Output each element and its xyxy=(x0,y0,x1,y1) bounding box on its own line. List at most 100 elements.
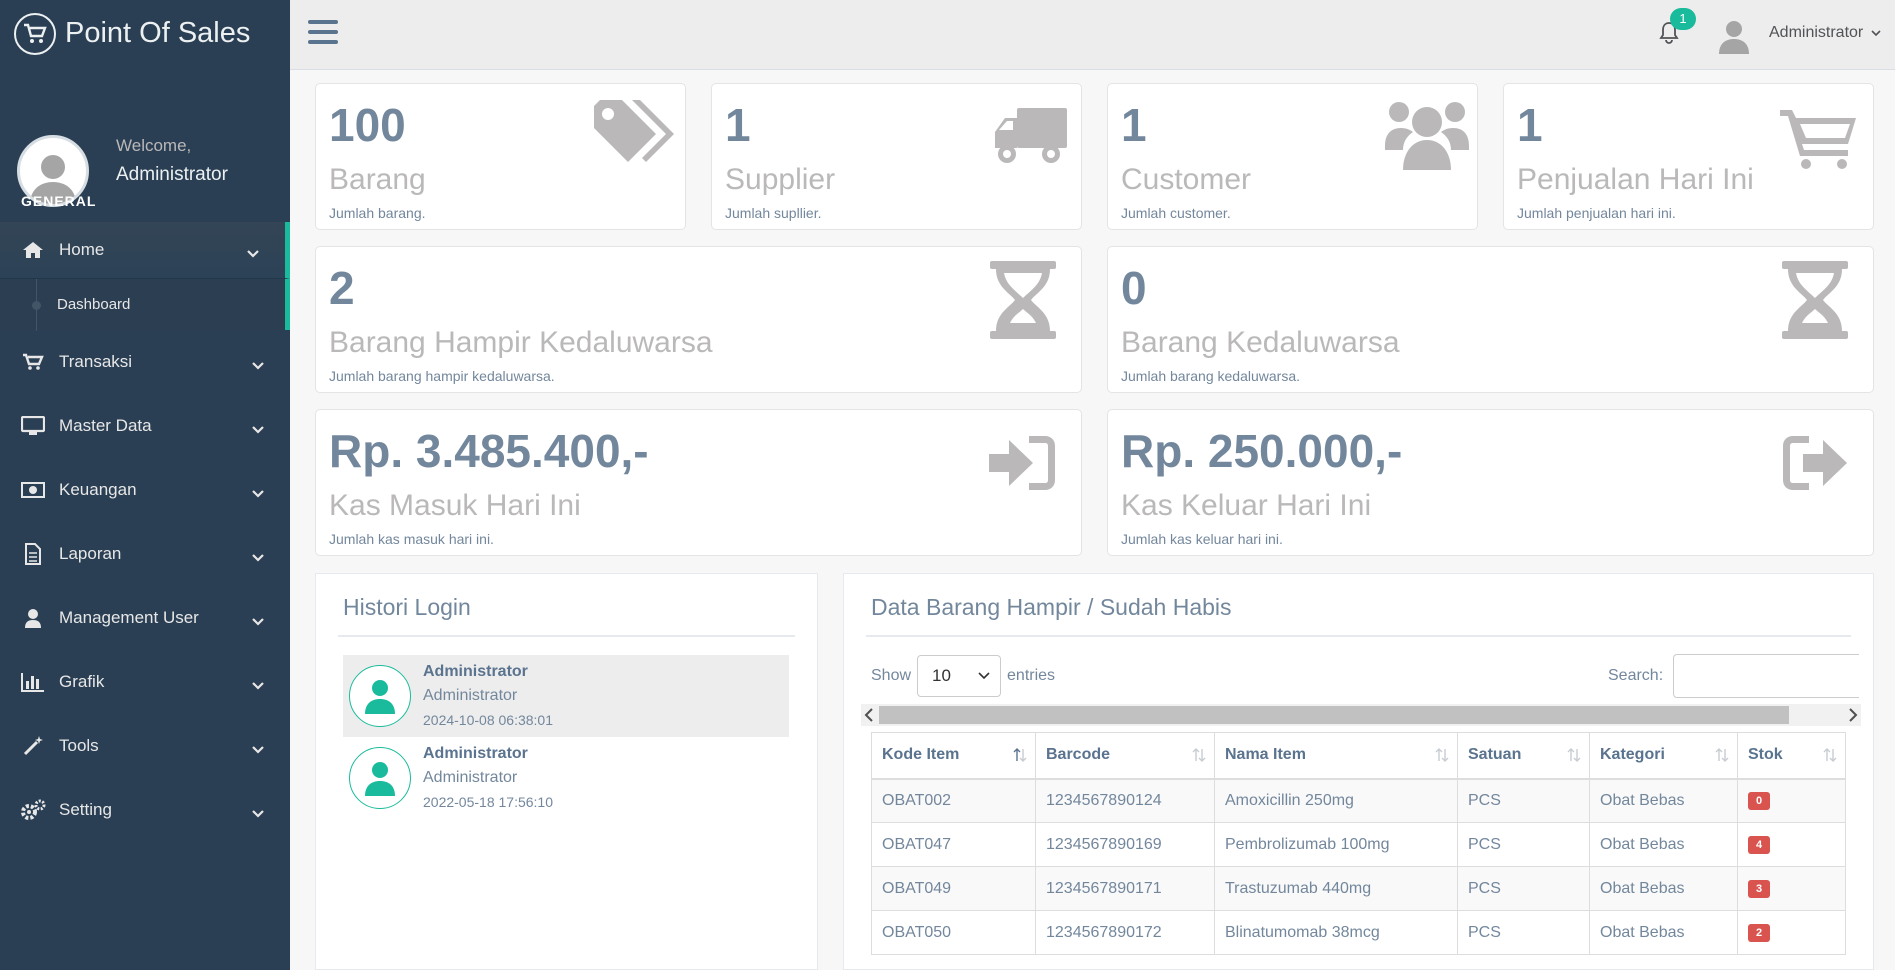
chevron-down-icon xyxy=(1871,30,1881,37)
tile-kas-keluar: Rp. 250.000,- Kas Keluar Hari Ini Jumlah… xyxy=(1107,409,1874,556)
search-input[interactable] xyxy=(1673,654,1859,698)
sidebar-item-label: Tools xyxy=(59,736,99,755)
tile-desc: Jumlah barang hampir kedaluwarsa. xyxy=(329,368,555,384)
tags-icon xyxy=(592,100,674,171)
entries-label: entries xyxy=(1007,667,1056,684)
top-navbar: 1 Administrator xyxy=(290,0,1895,70)
login-role: Administrator xyxy=(423,769,518,786)
list-item[interactable]: Administrator Administrator 2024-10-08 0… xyxy=(343,655,789,737)
sidebar-item-label: Keuangan xyxy=(59,480,137,499)
table-row[interactable]: OBAT049 1234567890171 Trastuzumab 440mg … xyxy=(871,866,1846,911)
file-icon xyxy=(20,543,46,565)
login-name: Administrator xyxy=(423,663,528,680)
tile-label: Barang xyxy=(329,163,426,196)
cell-kategori: Obat Bebas xyxy=(1589,866,1738,911)
login-role: Administrator xyxy=(423,687,518,704)
gears-icon xyxy=(20,799,46,821)
cell-satuan: PCS xyxy=(1457,866,1590,911)
users-icon xyxy=(1385,96,1469,177)
menu-toggle-icon[interactable] xyxy=(308,20,338,46)
sidebar-menu: Home Dashboard Transaksi Master Data Keu… xyxy=(0,222,290,842)
cart-logo-icon xyxy=(14,12,56,55)
sidebar-item-management-user[interactable]: Management User xyxy=(0,586,290,650)
sidebar-item-transaksi[interactable]: Transaksi xyxy=(0,330,290,394)
arrow-left-icon[interactable] xyxy=(864,708,874,722)
column-label: Nama Item xyxy=(1225,746,1306,764)
sidebar-item-keuangan[interactable]: Keuangan xyxy=(0,458,290,522)
table-row[interactable]: OBAT047 1234567890169 Pembrolizumab 100m… xyxy=(871,822,1846,867)
chevron-down-icon xyxy=(252,356,264,376)
cell-kategori: Obat Bebas xyxy=(1589,778,1738,823)
horizontal-scrollbar[interactable] xyxy=(861,704,1861,726)
tile-count: 0 xyxy=(1121,262,1147,314)
user-menu[interactable]: Administrator xyxy=(1769,24,1881,42)
table-row[interactable]: OBAT050 1234567890172 Blinatumomab 38mcg… xyxy=(871,910,1846,955)
chevron-down-icon xyxy=(247,244,259,264)
entries-control: Show 10 entries xyxy=(871,655,1055,697)
chevron-down-icon xyxy=(252,740,264,760)
sidebar-item-home[interactable]: Home xyxy=(0,222,290,278)
stock-badge: 4 xyxy=(1748,836,1770,854)
tile-label: Customer xyxy=(1121,163,1252,196)
chevron-down-icon xyxy=(252,548,264,568)
home-icon xyxy=(20,239,46,261)
cart-icon xyxy=(20,351,46,373)
user-avatar[interactable] xyxy=(1718,18,1752,54)
cell-nama-item: Trastuzumab 440mg xyxy=(1214,866,1458,911)
sidebar-item-setting[interactable]: Setting xyxy=(0,778,290,842)
column-header-kode-item[interactable]: Kode Item xyxy=(871,732,1036,780)
table-row[interactable]: OBAT002 1234567890124 Amoxicillin 250mg … xyxy=(871,778,1846,823)
sidebar-subitem-label: Dashboard xyxy=(57,296,131,313)
scrollbar-thumb[interactable] xyxy=(879,706,1789,724)
column-label: Kode Item xyxy=(882,746,960,764)
tile-label: Kas Keluar Hari Ini xyxy=(1121,489,1372,522)
tile-label: Supplier xyxy=(725,163,836,196)
truck-icon xyxy=(993,106,1069,171)
tile-supplier: 1 Supplier Jumlah supllier. xyxy=(711,83,1082,230)
login-time: 2024-10-08 06:38:01 xyxy=(423,712,553,728)
chevron-down-icon xyxy=(252,676,264,696)
column-header-barcode[interactable]: Barcode xyxy=(1035,732,1215,780)
entries-select[interactable]: 10 xyxy=(917,655,1002,697)
column-header-stok[interactable]: Stok xyxy=(1737,732,1846,780)
column-header-satuan[interactable]: Satuan xyxy=(1457,732,1590,780)
column-header-nama-item[interactable]: Nama Item xyxy=(1214,732,1458,780)
cell-stok: 0 xyxy=(1737,778,1846,823)
sidebar-item-grafik[interactable]: Grafik xyxy=(0,650,290,714)
user-name-label: Administrator xyxy=(1769,24,1864,41)
sort-icon xyxy=(1435,748,1449,762)
tile-kas-masuk: Rp. 3.485.400,- Kas Masuk Hari Ini Jumla… xyxy=(315,409,1082,556)
sidebar-subitem-dashboard[interactable]: Dashboard xyxy=(0,278,290,331)
tile-desc: Jumlah barang kedaluwarsa. xyxy=(1121,368,1300,384)
sidebar-item-laporan[interactable]: Laporan xyxy=(0,522,290,586)
user-icon xyxy=(349,665,411,727)
panel-title: Data Barang Hampir / Sudah Habis xyxy=(871,594,1232,620)
tile-desc: Jumlah kas masuk hari ini. xyxy=(329,531,494,547)
tile-customer: 1 Customer Jumlah customer. xyxy=(1107,83,1478,230)
search-label: Search: xyxy=(1608,667,1664,684)
column-header-kategori[interactable]: Kategori xyxy=(1589,732,1738,780)
sign-out-icon xyxy=(1781,434,1849,497)
stock-panel: Data Barang Hampir / Sudah Habis Show 10… xyxy=(843,573,1874,970)
tile-count: Rp. 250.000,- xyxy=(1121,425,1403,477)
table-header-row: Kode Item Barcode Nama Item Satuan Kateg… xyxy=(871,732,1846,780)
chevron-down-icon xyxy=(252,484,264,504)
cell-barcode: 1234567890169 xyxy=(1035,822,1215,867)
cart-icon xyxy=(1780,106,1856,175)
tile-count: 1 xyxy=(725,99,751,151)
menu-section-title: GENERAL xyxy=(21,193,97,209)
sidebar-item-master-data[interactable]: Master Data xyxy=(0,394,290,458)
cell-barcode: 1234567890172 xyxy=(1035,910,1215,955)
brand[interactable]: Point Of Sales xyxy=(0,0,290,68)
list-item[interactable]: Administrator Administrator 2022-05-18 1… xyxy=(343,737,789,819)
user-icon xyxy=(349,747,411,809)
arrow-right-icon[interactable] xyxy=(1848,708,1858,722)
sidebar-item-label: Setting xyxy=(59,800,112,819)
tile-kedaluwarsa: 0 Barang Kedaluwarsa Jumlah barang kedal… xyxy=(1107,246,1874,393)
sidebar-item-tools[interactable]: Tools xyxy=(0,714,290,778)
sidebar-item-label: Grafik xyxy=(59,672,105,691)
column-label: Kategori xyxy=(1600,746,1665,764)
entries-value: 10 xyxy=(932,666,951,685)
cell-stok: 4 xyxy=(1737,822,1846,867)
tile-label: Penjualan Hari Ini xyxy=(1517,163,1754,196)
